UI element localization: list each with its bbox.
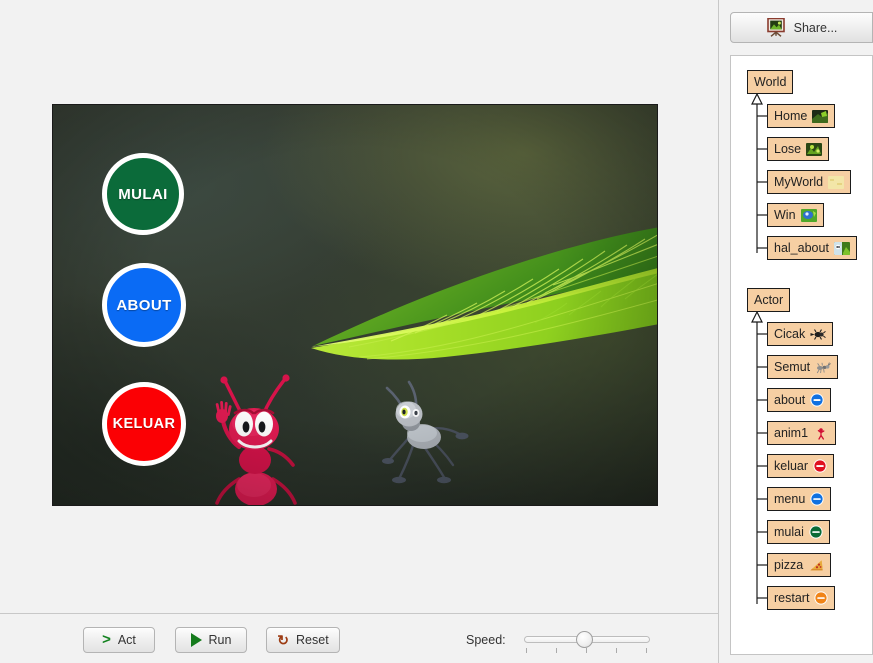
speed-slider-ticks bbox=[524, 648, 650, 653]
greenfoot-window: MULAI ABOUT KELUAR > Act Run ↻ Reset Spe… bbox=[0, 0, 873, 663]
easel-picture-icon bbox=[766, 18, 785, 37]
class-node-pizza[interactable]: pizza bbox=[767, 553, 832, 577]
class-node-myworld[interactable]: MyWorld bbox=[767, 170, 852, 194]
class-label: Win bbox=[774, 207, 796, 222]
class-node-cicak[interactable]: Cicak bbox=[767, 322, 834, 346]
world-button-keluar[interactable]: KELUAR bbox=[102, 382, 186, 466]
class-label: pizza bbox=[774, 557, 804, 572]
class-diagram-panel[interactable]: World Home Lose MyWorld Win hal_about Ac… bbox=[730, 55, 873, 655]
class-node-about[interactable]: about bbox=[767, 388, 832, 412]
blue-circle-icon bbox=[810, 393, 824, 407]
class-node-world[interactable]: World bbox=[747, 70, 794, 94]
world-button-keluar-label: KELUAR bbox=[112, 416, 176, 432]
class-node-actor[interactable]: Actor bbox=[747, 288, 791, 312]
sand-yellow-thumbnail-icon bbox=[828, 175, 845, 189]
speed-label: Speed: bbox=[466, 633, 506, 647]
class-node-anim1[interactable]: anim1 bbox=[767, 421, 837, 445]
play-triangle-icon bbox=[190, 633, 202, 647]
world-button-mulai[interactable]: MULAI bbox=[102, 153, 184, 235]
share-button[interactable]: Share... bbox=[730, 12, 873, 43]
world-button-about[interactable]: ABOUT bbox=[102, 263, 186, 347]
class-browser-pane: Share... World Home Lose MyWorld Win hal… bbox=[724, 0, 873, 663]
class-node-win[interactable]: Win bbox=[767, 203, 824, 227]
class-node-mulai[interactable]: mulai bbox=[767, 520, 830, 544]
class-node-semut[interactable]: Semut bbox=[767, 355, 839, 379]
class-label: hal_about bbox=[774, 240, 829, 255]
vertical-divider bbox=[718, 0, 719, 663]
green-scene-thumbnail-icon bbox=[806, 142, 823, 156]
class-label: Cicak bbox=[774, 326, 806, 341]
stage-pane: MULAI ABOUT KELUAR bbox=[0, 0, 718, 613]
circular-arrow-icon: ↻ bbox=[277, 631, 290, 648]
blue-green-thumbnail-icon bbox=[800, 208, 817, 222]
ant-icon bbox=[815, 361, 832, 374]
class-node-restart[interactable]: restart bbox=[767, 586, 836, 610]
class-label: Semut bbox=[774, 359, 811, 374]
execution-control-bar: > Act Run ↻ Reset Speed: bbox=[0, 614, 718, 663]
speed-slider-thumb[interactable] bbox=[576, 631, 593, 648]
speed-slider[interactable] bbox=[524, 627, 650, 653]
class-node-hal-about[interactable]: hal_about bbox=[767, 236, 857, 260]
class-label: MyWorld bbox=[774, 174, 824, 189]
orange-circle-icon bbox=[814, 591, 829, 605]
red-circle-icon bbox=[813, 459, 827, 473]
world-button-mulai-label: MULAI bbox=[118, 185, 168, 203]
class-node-keluar[interactable]: keluar bbox=[767, 454, 835, 478]
act-button-label: Act bbox=[117, 633, 136, 647]
chevron-right-icon: > bbox=[102, 631, 111, 648]
reset-button-label: Reset bbox=[296, 633, 329, 647]
pizza-slice-icon bbox=[808, 559, 824, 572]
blue-circle-icon bbox=[810, 492, 824, 506]
about-scene-thumbnail-icon bbox=[833, 241, 850, 255]
reset-button[interactable]: ↻ Reset bbox=[266, 627, 340, 653]
class-label: World bbox=[754, 74, 787, 89]
world-button-about-label: ABOUT bbox=[116, 296, 172, 314]
share-button-label: Share... bbox=[793, 20, 838, 35]
run-button[interactable]: Run bbox=[175, 627, 247, 653]
red-figure-icon bbox=[813, 427, 829, 440]
class-label: mulai bbox=[774, 524, 804, 539]
class-label: Lose bbox=[774, 141, 802, 156]
run-button-label: Run bbox=[208, 633, 232, 647]
class-label: keluar bbox=[774, 458, 809, 473]
leaf-dark-thumbnail-icon bbox=[812, 109, 829, 123]
class-label: Actor bbox=[754, 292, 784, 307]
class-label: about bbox=[774, 392, 806, 407]
lizard-icon bbox=[810, 328, 827, 341]
class-node-lose[interactable]: Lose bbox=[767, 137, 830, 161]
green-circle-icon bbox=[809, 525, 823, 539]
class-label: Home bbox=[774, 108, 808, 123]
class-label: anim1 bbox=[774, 425, 809, 440]
world-view[interactable]: MULAI ABOUT KELUAR bbox=[52, 104, 658, 506]
class-label: restart bbox=[774, 590, 810, 605]
class-label: menu bbox=[774, 491, 806, 506]
act-button[interactable]: > Act bbox=[83, 627, 155, 653]
class-node-home[interactable]: Home bbox=[767, 104, 836, 128]
class-node-menu[interactable]: menu bbox=[767, 487, 832, 511]
